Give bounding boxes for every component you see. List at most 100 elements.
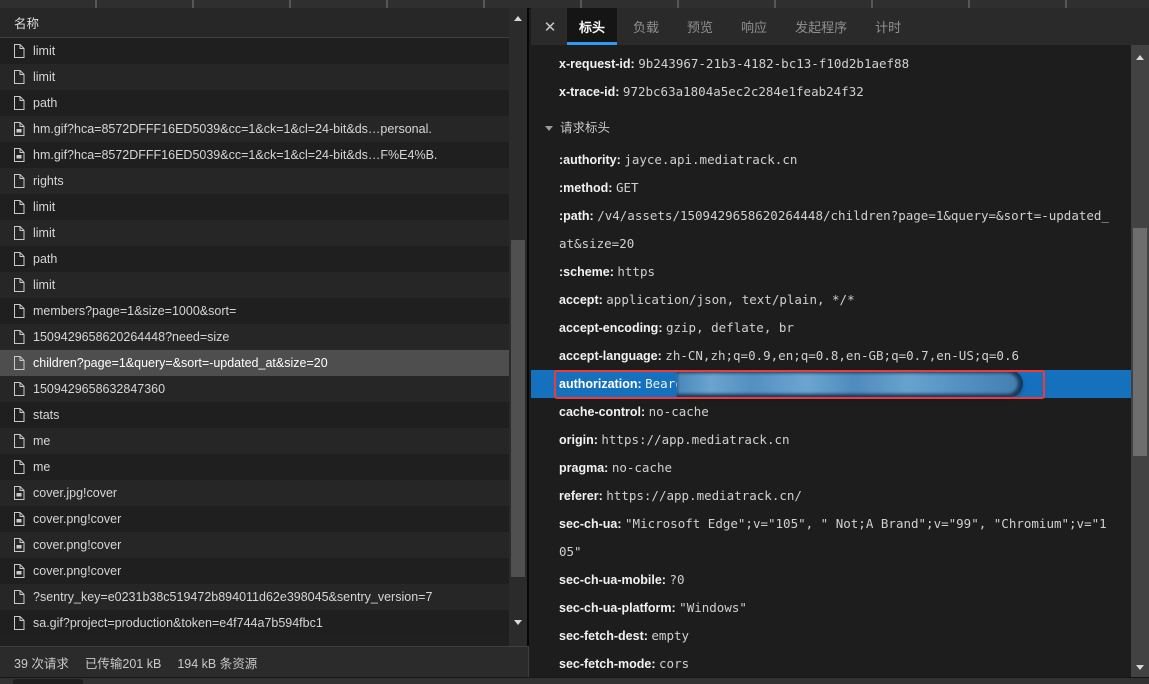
document-icon [13,460,25,474]
image-file-icon [13,512,25,526]
header-row: accept-encoding: gzip, deflate, br [559,314,1109,342]
left-scrollbar-thumb[interactable] [511,240,525,577]
document-icon [13,96,25,110]
header-row: sec-ch-ua-platform: "Windows" [559,594,1109,622]
request-detail-panel: ✕ 标头负载预览响应发起程序计时 x-request-id: 9b243967-… [531,8,1149,677]
request-headers-section-label: 请求标头 [560,115,610,142]
request-row[interactable]: stats [0,402,509,428]
request-row[interactable]: path [0,90,509,116]
request-row[interactable]: ?sentry_key=e0231b38c519472b894011d62e39… [0,584,509,610]
scroll-up-arrow-icon[interactable] [509,10,527,26]
network-status-bar: 39 次请求 已传输201 kB 194 kB 条资源 [0,646,529,677]
header-key: sec-ch-ua-platform: [559,601,676,615]
response-headers-tail: x-request-id: 9b243967-21b3-4182-bc13-f1… [559,50,1109,106]
request-row[interactable]: children?page=1&query=&sort=-updated_at&… [0,350,509,376]
request-row[interactable]: me [0,454,509,480]
request-name: 1509429658632847360 [33,382,165,396]
request-row[interactable]: path [0,246,509,272]
request-row[interactable]: 1509429658620264448?need=size [0,324,509,350]
header-value: "Windows" [679,600,747,615]
header-value: https://app.mediatrack.cn [601,432,789,447]
tab-标头[interactable]: 标头 [567,8,617,45]
tab-响应[interactable]: 响应 [729,8,779,45]
request-row[interactable]: limit [0,194,509,220]
header-row: pragma: no-cache [559,454,1109,482]
header-key: x-request-id: [559,57,635,71]
tab-发起程序[interactable]: 发起程序 [783,8,859,45]
header-key: :path: [559,209,594,223]
request-row[interactable]: hm.gif?hca=8572DFFF16ED5039&cc=1&ck=1&cl… [0,142,509,168]
header-row: referer: https://app.mediatrack.cn/ [559,482,1109,510]
request-count: 39 次请求 [14,653,69,672]
left-scrollbar[interactable] [509,8,527,646]
request-row[interactable]: cover.png!cover [0,558,509,584]
header-key: sec-ch-ua: [559,517,622,531]
request-name: cover.png!cover [33,512,121,526]
request-name: limit [33,70,55,84]
header-row[interactable]: authorization: Bearer [531,370,1131,398]
request-name: cover.png!cover [33,538,121,552]
header-key: sec-ch-ua-mobile: [559,573,666,587]
request-name: limit [33,226,55,240]
drawer-tab[interactable] [13,679,83,684]
request-name: members?page=1&size=1000&sort= [33,304,236,318]
header-value: /v4/assets/1509429658620264448/children?… [559,208,1109,251]
request-row[interactable]: sa.gif?project=production&token=e4f744a7… [0,610,509,636]
request-row[interactable]: me [0,428,509,454]
header-value: https [617,264,655,279]
request-row[interactable]: members?page=1&size=1000&sort= [0,298,509,324]
header-row: x-request-id: 9b243967-21b3-4182-bc13-f1… [559,50,1109,78]
request-row[interactable]: limit [0,64,509,90]
request-row[interactable]: cover.png!cover [0,506,509,532]
document-icon [13,330,25,344]
drawer-strip [0,677,1149,684]
request-row[interactable]: limit [0,272,509,298]
request-row[interactable]: limit [0,220,509,246]
header-value: application/json, text/plain, */* [606,292,854,307]
request-row[interactable]: 1509429658632847360 [0,376,509,402]
header-value: 9b243967-21b3-4182-bc13-f10d2b1aef88 [638,56,909,71]
request-row[interactable]: rights [0,168,509,194]
document-icon [13,304,25,318]
header-row: accept: application/json, text/plain, */… [559,286,1109,314]
header-key: accept-language: [559,349,662,363]
tab-计时[interactable]: 计时 [863,8,913,45]
request-name: me [33,434,50,448]
document-icon [13,590,25,604]
headers-content: x-request-id: 9b243967-21b3-4182-bc13-f1… [531,45,1131,677]
request-row[interactable]: cover.png!cover [0,532,509,558]
header-key: :scheme: [559,265,614,279]
document-icon [13,44,25,58]
request-headers-section[interactable]: 请求标头 [545,115,1109,142]
tab-负载[interactable]: 负载 [621,8,671,45]
document-icon [13,200,25,214]
document-icon [13,382,25,396]
header-key: referer: [559,489,603,503]
request-name: hm.gif?hca=8572DFFF16ED5039&cc=1&ck=1&cl… [33,148,437,162]
right-scrollbar[interactable] [1131,45,1149,677]
header-value: https://app.mediatrack.cn/ [606,488,802,503]
header-value: 972bc63a1804a5ec2c284e1feab24f32 [623,84,864,99]
header-key: accept: [559,293,603,307]
scroll-up-arrow-icon[interactable] [1131,49,1149,65]
document-icon [13,408,25,422]
header-key: cache-control: [559,405,645,419]
header-key: origin: [559,433,598,447]
scroll-down-arrow-icon[interactable] [509,614,527,630]
header-key: pragma: [559,461,608,475]
close-icon[interactable]: ✕ [535,8,565,45]
request-row[interactable]: hm.gif?hca=8572DFFF16ED5039&cc=1&ck=1&cl… [0,116,509,142]
tab-预览[interactable]: 预览 [675,8,725,45]
document-icon [13,434,25,448]
name-column-header[interactable]: 名称 [0,8,527,38]
scroll-down-arrow-icon[interactable] [1131,659,1149,675]
request-row[interactable]: limit [0,38,509,64]
image-file-icon [13,148,25,162]
right-scrollbar-thumb[interactable] [1133,228,1147,456]
request-row[interactable]: cover.jpg!cover [0,480,509,506]
devtools-network-panel: 名称 limitlimitpathhm.gif?hca=8572DFFF16ED… [0,0,1149,684]
request-name: limit [33,44,55,58]
request-name: path [33,252,57,266]
name-column-label: 名称 [14,13,39,32]
header-row: origin: https://app.mediatrack.cn [559,426,1109,454]
